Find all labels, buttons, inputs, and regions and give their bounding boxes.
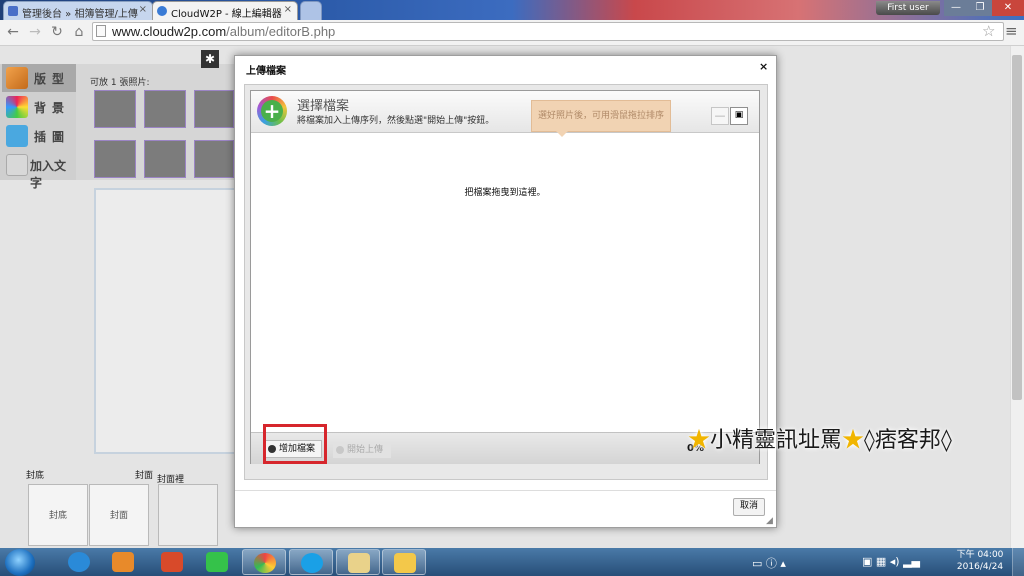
- uploader-footer: [251, 432, 759, 464]
- tray-icons[interactable]: ▭ ⓘ ▴: [752, 555, 786, 571]
- new-tab-button[interactable]: [300, 1, 322, 20]
- folder-icon: [394, 553, 416, 573]
- home-icon[interactable]: ⌂: [70, 23, 88, 41]
- tab-close-icon[interactable]: ×: [284, 4, 292, 15]
- chrome-icon: [254, 553, 276, 573]
- taskbar-line[interactable]: [195, 549, 239, 575]
- thumbs-caption: 可放 1 張照片:: [90, 78, 150, 88]
- background-icon: [6, 96, 28, 118]
- media-player-icon: [112, 552, 134, 572]
- taskbar-paint[interactable]: [336, 549, 380, 575]
- layout-thumb[interactable]: [94, 140, 136, 178]
- layout-thumb[interactable]: [144, 140, 186, 178]
- taskbar-media-player[interactable]: [101, 549, 145, 575]
- diamond-icon: ◊: [940, 428, 952, 453]
- tab-editor[interactable]: CloudW2P - 線上編輯器 ×: [152, 1, 298, 20]
- cloud-favicon-icon: [157, 6, 167, 16]
- reload-icon[interactable]: ↻: [48, 23, 66, 41]
- maximize-icon[interactable]: ❐: [968, 0, 992, 16]
- taskbar-chrome[interactable]: [242, 549, 286, 575]
- sidebar-item-background[interactable]: 背景: [2, 93, 76, 121]
- list-view-icon[interactable]: —: [711, 107, 729, 125]
- film-label: 封面: [135, 471, 154, 481]
- line-icon: [206, 552, 228, 572]
- tab-admin[interactable]: 管理後台 » 相簿管理/上傳 ×: [3, 1, 153, 20]
- file-share-icon: [161, 552, 183, 572]
- sidebar-item-layout[interactable]: 版型: [2, 64, 76, 92]
- text-icon: [6, 154, 28, 176]
- internet-explorer-icon: [68, 552, 90, 572]
- diamond-icon: ◊: [864, 428, 875, 453]
- sidebar-label: 插圖: [34, 130, 71, 144]
- url-text: www.cloudw2p.com/album/editorB.php: [112, 24, 335, 39]
- scrollbar-thumb[interactable]: [1012, 55, 1022, 400]
- tab-admin-label: 管理後台 » 相簿管理/上傳: [22, 9, 138, 20]
- add-files-icon: +: [257, 96, 287, 126]
- cancel-button[interactable]: 取消: [733, 498, 765, 516]
- dialog-divider: [235, 490, 776, 491]
- drop-zone[interactable]: [251, 140, 759, 430]
- blog-watermark: ★小精靈訊址罵★◊痞客邦◊: [688, 422, 1024, 466]
- back-icon[interactable]: ←: [4, 23, 22, 41]
- star-icon: ★: [688, 428, 711, 453]
- tooltip-arrow: [556, 131, 568, 137]
- bookmark-star-icon[interactable]: ☆: [982, 22, 995, 40]
- forward-icon[interactable]: →: [26, 23, 44, 41]
- dialog-title: 上傳檔案: [246, 66, 286, 77]
- clock-date: 2016/4/24: [956, 562, 1004, 572]
- watermark-text: 小精靈訊址罵: [710, 428, 843, 453]
- layout-thumb[interactable]: [94, 90, 136, 128]
- admin-favicon-icon: [8, 6, 18, 16]
- gear-icon[interactable]: ✱: [201, 50, 219, 68]
- menu-icon[interactable]: ≡: [1005, 22, 1018, 40]
- sidebar-label: 背景: [34, 101, 71, 115]
- page-canvas[interactable]: [94, 188, 236, 454]
- thumbnail-view-icon[interactable]: ▣: [730, 107, 748, 125]
- layout-thumb[interactable]: [194, 90, 234, 128]
- layout-icon: [6, 67, 28, 89]
- minimize-icon[interactable]: —: [944, 0, 968, 16]
- sort-tooltip: 選好照片後，可用滑鼠拖拉排序: [531, 100, 671, 132]
- resize-grip-icon[interactable]: ◢: [766, 516, 773, 526]
- show-desktop-button[interactable]: [1012, 548, 1024, 576]
- layout-thumb[interactable]: [144, 90, 186, 128]
- sidebar-item-text[interactable]: 加入文字: [2, 151, 76, 190]
- page-thumb-back[interactable]: 封底: [28, 484, 88, 546]
- taskbar-clock[interactable]: 下午 04:00 2016/4/24: [955, 549, 1005, 573]
- page-thumb-front[interactable]: 封面: [89, 484, 149, 546]
- clock-time: 下午 04:00: [956, 550, 1004, 560]
- highlight-box: [263, 424, 327, 464]
- taskbar-internet-explorer[interactable]: [57, 549, 101, 575]
- taskbar-skype[interactable]: [289, 549, 333, 575]
- layout-thumb[interactable]: [194, 140, 234, 178]
- uploader-subtitle: 將檔案加入上傳序列，然後點選"開始上傳"按鈕。: [297, 116, 495, 126]
- film-label: 封底: [26, 471, 45, 481]
- start-upload-button[interactable]: 開始上傳: [333, 442, 391, 458]
- start-upload-label: 開始上傳: [347, 445, 384, 455]
- url-path: /album/editorB.php: [226, 24, 336, 39]
- taskbar-file-explorer[interactable]: [382, 549, 426, 575]
- tab-close-icon[interactable]: ×: [139, 4, 147, 15]
- tray-system-icons[interactable]: ▣ ▦ ◂) ▂▄: [862, 555, 920, 568]
- page-thumb-inside[interactable]: [158, 484, 218, 546]
- profile-button[interactable]: First user: [876, 1, 940, 15]
- dialog-close-icon[interactable]: ×: [759, 60, 768, 73]
- watermark-text-2: 痞客邦: [874, 428, 941, 453]
- star-icon: ★: [842, 428, 865, 453]
- skype-icon: [301, 553, 323, 573]
- start-button[interactable]: [5, 549, 35, 576]
- paint-icon: [348, 553, 370, 573]
- arrow-circle-icon: [336, 446, 344, 454]
- taskbar-file-share[interactable]: [150, 549, 194, 575]
- uploader-title: 選擇檔案: [297, 99, 350, 114]
- page-icon: [96, 25, 106, 37]
- plus-icon: +: [261, 100, 283, 122]
- clipart-icon: [6, 125, 28, 147]
- sidebar-item-clipart[interactable]: 插圖: [2, 122, 76, 150]
- tab-editor-label: CloudW2P - 線上編輯器: [171, 9, 282, 20]
- close-window-icon[interactable]: ✕: [992, 0, 1024, 16]
- sidebar-label: 加入文字: [30, 159, 67, 190]
- sidebar-label: 版型: [34, 72, 71, 86]
- url-host: www.cloudw2p.com: [112, 24, 227, 39]
